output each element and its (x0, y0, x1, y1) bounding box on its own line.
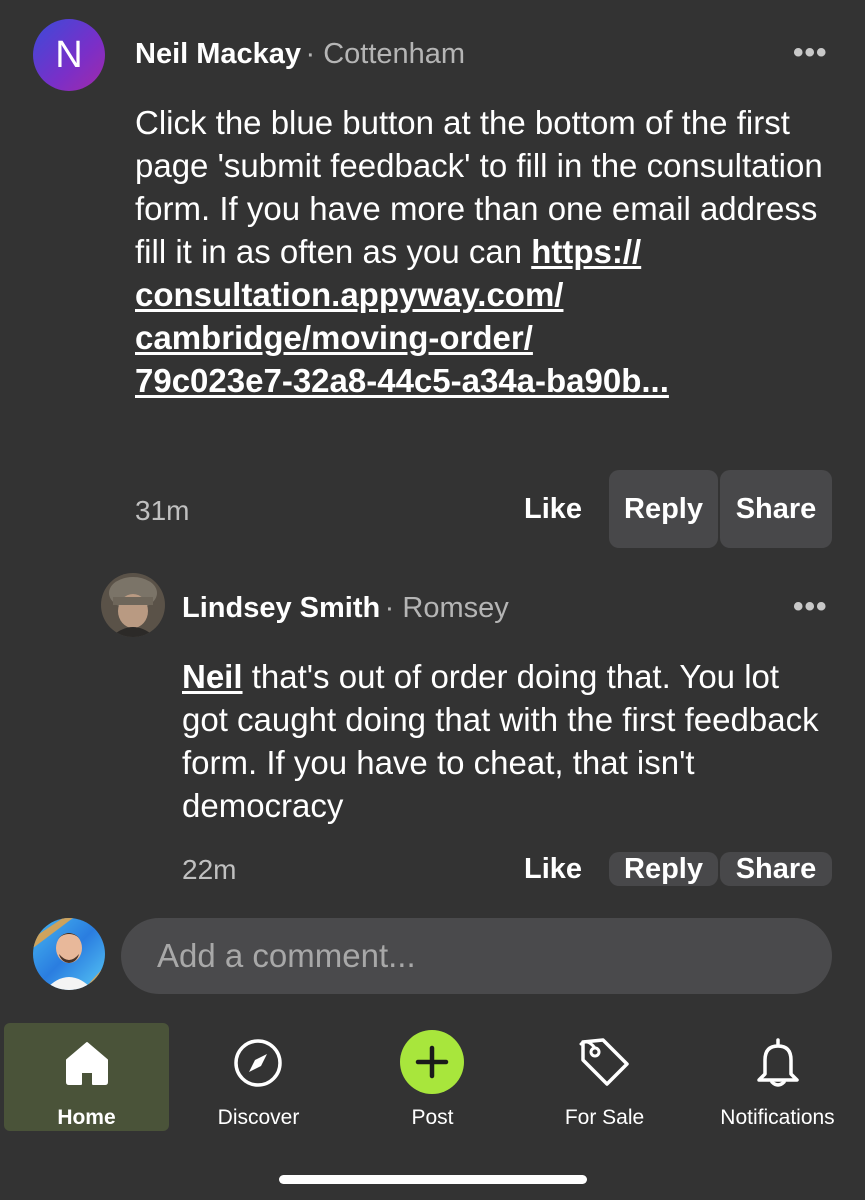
author-name[interactable]: Neil Mackay (135, 38, 301, 70)
nav-home[interactable]: Home (4, 1023, 169, 1131)
nav-for-sale[interactable]: For Sale (522, 1018, 687, 1130)
reply-button[interactable]: Reply (609, 470, 718, 548)
share-button[interactable]: Share (720, 852, 832, 886)
like-button[interactable]: Like (510, 470, 596, 548)
comment-text: that's out of order doing that. You lot … (182, 658, 819, 824)
nav-notifications[interactable]: Notifications (695, 1018, 860, 1130)
comment-text: Click the blue button at the bottom of t… (135, 104, 823, 270)
author-location: · Romsey (384, 592, 509, 624)
share-button[interactable]: Share (720, 470, 832, 548)
home-icon (66, 1042, 108, 1085)
comment-input-placeholder: Add a comment... (157, 937, 416, 974)
nav-notifications-label: Notifications (720, 1106, 835, 1129)
reply-button[interactable]: Reply (609, 852, 718, 886)
bell-icon (757, 1038, 799, 1087)
nav-discover-label: Discover (217, 1106, 300, 1129)
comment-input[interactable]: Add a comment... (121, 918, 832, 994)
like-button[interactable]: Like (510, 852, 596, 886)
comment-body: Click the blue button at the bottom of t… (135, 101, 835, 402)
compass-icon (234, 1039, 282, 1087)
author-name[interactable]: Lindsey Smith (182, 592, 380, 624)
author-avatar[interactable]: N (33, 19, 105, 91)
avatar-photo-icon (101, 573, 165, 637)
comment-header: Neil Mackay · Cottenham (135, 38, 465, 71)
nav-for-sale-label: For Sale (564, 1106, 645, 1129)
plus-icon (400, 1030, 464, 1094)
comment-timestamp: 31m (135, 495, 190, 526)
nav-post[interactable]: Post (350, 1018, 515, 1130)
author-avatar[interactable] (101, 573, 165, 637)
comment-timestamp: 22m (182, 854, 237, 885)
mention-link[interactable]: Neil (182, 658, 243, 695)
author-location: · Cottenham (305, 38, 466, 70)
nav-home-label: Home (57, 1106, 116, 1129)
avatar-letter: N (55, 33, 83, 76)
comment-header: Lindsey Smith · Romsey (182, 592, 509, 625)
more-options-icon[interactable]: ••• (793, 36, 828, 70)
more-options-icon[interactable]: ••• (793, 590, 828, 624)
home-indicator (279, 1175, 587, 1184)
comment-body: Neil that's out of order doing that. You… (182, 655, 832, 827)
bottom-navigation: Home Discover Post For Sale Notification… (0, 1018, 865, 1200)
current-user-avatar[interactable] (33, 918, 105, 990)
user-photo-icon (33, 918, 105, 990)
nav-discover[interactable]: Discover (176, 1018, 341, 1130)
tag-icon (579, 1038, 629, 1086)
nav-post-label: Post (411, 1106, 454, 1129)
